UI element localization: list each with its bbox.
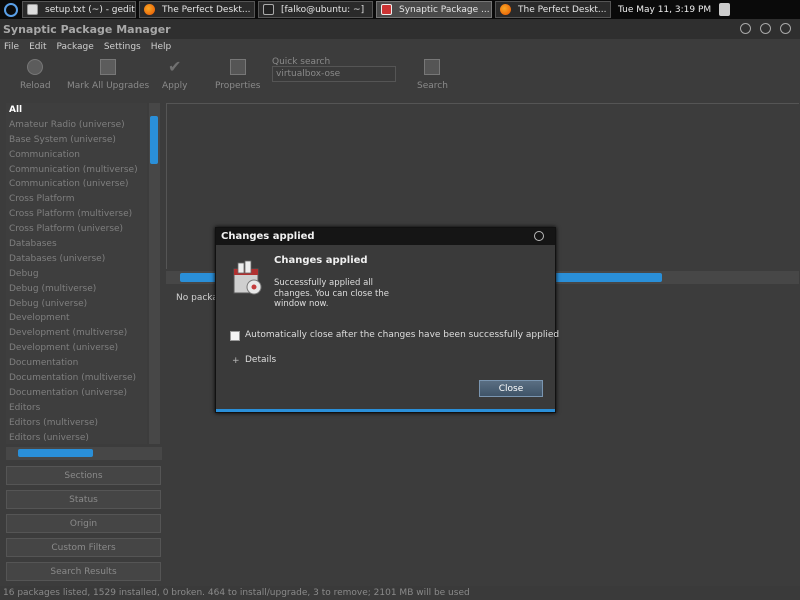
reload-icon (27, 59, 44, 75)
category-list[interactable]: All Amateur Radio (universe) Base System… (6, 103, 147, 444)
reload-button[interactable]: Reload (20, 59, 51, 91)
maximize-icon[interactable] (760, 23, 771, 34)
package-install-icon (233, 260, 262, 295)
status-button[interactable]: Status (6, 490, 161, 509)
category-item[interactable]: Development (multiverse) (6, 326, 147, 341)
close-icon[interactable] (780, 23, 791, 34)
category-item[interactable]: Communication (universe) (6, 177, 147, 192)
category-scroll-thumb[interactable] (150, 116, 158, 164)
custom-filters-button[interactable]: Custom Filters (6, 538, 161, 557)
changes-applied-dialog: Changes applied Changes applied Successf… (215, 227, 559, 413)
category-item[interactable]: Cross Platform (universe) (6, 222, 147, 237)
category-item[interactable]: Development (universe) (6, 341, 147, 356)
origin-button[interactable]: Origin (6, 514, 161, 533)
sections-button[interactable]: Sections (6, 466, 161, 485)
terminal-icon (263, 4, 274, 15)
minimize-icon[interactable] (740, 23, 751, 34)
category-item[interactable]: Base System (universe) (6, 133, 147, 148)
dialog-heading: Changes applied (274, 255, 368, 266)
task-synaptic[interactable]: Synaptic Package ... (376, 1, 492, 18)
auto-close-checkbox[interactable] (230, 331, 240, 341)
no-package-text: No packa (176, 293, 218, 303)
search-label: Search (417, 81, 448, 91)
toolbar: Reload Mark All Upgrades ✔ Apply Propert… (0, 55, 800, 96)
category-item[interactable]: Debug (multiverse) (6, 282, 147, 297)
mark-all-label: Mark All Upgrades (67, 81, 150, 91)
task-label: The Perfect Deskt... (518, 4, 607, 15)
category-hscroll-thumb[interactable] (18, 449, 93, 457)
properties-button[interactable]: Properties (215, 59, 260, 91)
firefox-icon (144, 4, 155, 15)
mark-upgrades-icon (100, 59, 117, 75)
main-menu-logo-icon[interactable] (0, 0, 22, 19)
category-item[interactable]: All (6, 103, 147, 118)
task-label: [falko@ubuntu: ~] (281, 4, 365, 15)
details-expander-label[interactable]: Details (245, 355, 276, 365)
status-bar: 16 packages listed, 1529 installed, 0 br… (0, 586, 800, 600)
category-item[interactable]: Editors (universe) (6, 431, 147, 444)
task-gedit[interactable]: setup.txt (~) - gedit (22, 1, 136, 18)
search-button[interactable]: Search (417, 59, 448, 91)
dialog-message: Successfully applied all changes. You ca… (274, 278, 389, 309)
category-item[interactable]: Communication (multiverse) (6, 163, 147, 178)
category-item[interactable]: Communication (6, 148, 147, 163)
auto-close-label[interactable]: Automatically close after the changes ha… (245, 330, 559, 340)
window-titlebar[interactable]: Synaptic Package Manager (0, 19, 800, 39)
properties-label: Properties (215, 81, 261, 91)
category-item[interactable]: Debug (6, 267, 147, 282)
menubar: File Edit Package Settings Help (0, 39, 800, 54)
reload-label: Reload (20, 81, 51, 91)
taskbar: setup.txt (~) - gedit The Perfect Deskt.… (0, 0, 800, 19)
window-title: Synaptic Package Manager (3, 22, 171, 36)
category-item[interactable]: Editors (6, 401, 147, 416)
apply-label: Apply (162, 81, 188, 91)
dialog-title: Changes applied (221, 231, 315, 242)
task-firefox-2[interactable]: The Perfect Deskt... (495, 1, 611, 18)
category-item[interactable]: Debug (universe) (6, 297, 147, 312)
firefox-icon (500, 4, 511, 15)
category-item[interactable]: Documentation (multiverse) (6, 371, 147, 386)
task-label: setup.txt (~) - gedit (45, 4, 135, 15)
clock[interactable]: Tue May 11, 3:19 PM (618, 5, 711, 15)
search-results-button[interactable]: Search Results (6, 562, 161, 581)
task-label: Synaptic Package ... (399, 4, 490, 15)
menu-edit[interactable]: Edit (29, 42, 46, 52)
synaptic-icon (381, 4, 392, 15)
task-firefox-1[interactable]: The Perfect Deskt... (139, 1, 255, 18)
checkmark-icon: ✔ (168, 57, 182, 76)
details-expander-icon[interactable]: + (232, 357, 240, 366)
menu-file[interactable]: File (4, 42, 19, 52)
category-item[interactable]: Cross Platform (multiverse) (6, 207, 147, 222)
close-button[interactable]: Close (479, 380, 543, 397)
category-item[interactable]: Databases (universe) (6, 252, 147, 267)
category-item[interactable]: Cross Platform (6, 192, 147, 207)
gedit-icon (27, 4, 38, 15)
task-terminal[interactable]: [falko@ubuntu: ~] (258, 1, 373, 18)
search-icon (424, 59, 441, 75)
category-item[interactable]: Databases (6, 237, 147, 252)
menu-package[interactable]: Package (57, 42, 94, 52)
properties-icon (229, 59, 246, 75)
dialog-accent-bar (216, 409, 555, 412)
quick-search-input[interactable] (272, 66, 396, 82)
dialog-close-icon[interactable] (534, 231, 544, 241)
category-item[interactable]: Documentation (universe) (6, 386, 147, 401)
tray-applet-icon[interactable] (719, 3, 731, 16)
menu-settings[interactable]: Settings (104, 42, 141, 52)
category-item[interactable]: Editors (multiverse) (6, 416, 147, 431)
category-item[interactable]: Documentation (6, 356, 147, 371)
category-item[interactable]: Development (6, 311, 147, 326)
task-label: The Perfect Deskt... (162, 4, 251, 15)
apply-button[interactable]: ✔ Apply (162, 57, 188, 92)
dialog-titlebar[interactable]: Changes applied (216, 228, 555, 245)
menu-help[interactable]: Help (151, 42, 172, 52)
category-item[interactable]: Amateur Radio (universe) (6, 118, 147, 133)
mark-all-upgrades-button[interactable]: Mark All Upgrades (67, 59, 149, 91)
